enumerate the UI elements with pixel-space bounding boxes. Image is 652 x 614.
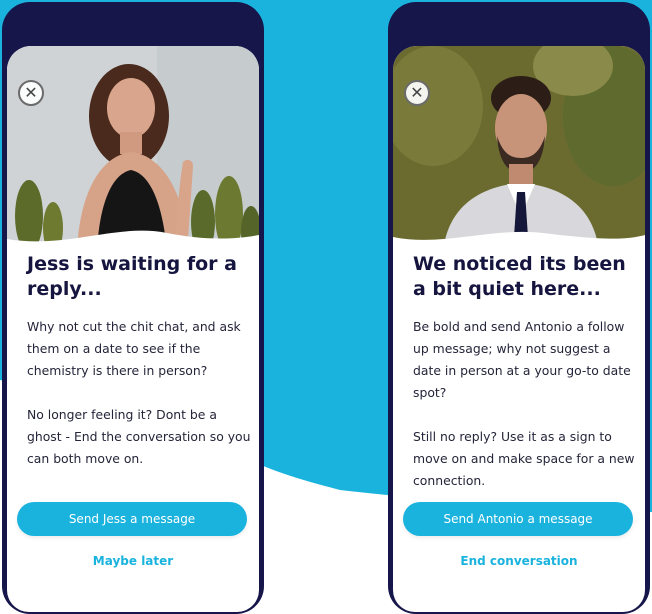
prompt-body: Be bold and send Antonio a follow up mes… bbox=[413, 316, 637, 492]
close-glyph: ✕ bbox=[410, 83, 424, 102]
prompt-title: Jess is waiting for a reply... bbox=[27, 253, 237, 300]
prompt-title: We noticed its been a bit quiet here... bbox=[413, 253, 626, 300]
end-conversation-link[interactable]: End conversation bbox=[393, 554, 645, 568]
prompt-paragraph: Why not cut the chit chat, and ask them … bbox=[27, 319, 241, 378]
phone-frame-right: ✕ We noticed its been a bit quiet here..… bbox=[388, 2, 650, 614]
prompt-paragraph: Still no reply? Use it as a sign to move… bbox=[413, 429, 635, 488]
prompt-paragraph: No longer feeling it? Dont be a ghost - … bbox=[27, 407, 251, 466]
prompt-paragraph: Be bold and send Antonio a follow up mes… bbox=[413, 319, 631, 400]
maybe-later-link[interactable]: Maybe later bbox=[7, 554, 259, 568]
send-message-button[interactable]: Send Antonio a message bbox=[403, 502, 633, 536]
close-glyph: ✕ bbox=[24, 83, 38, 102]
close-icon[interactable]: ✕ bbox=[404, 80, 430, 106]
close-icon[interactable]: ✕ bbox=[18, 80, 44, 106]
man-in-suit-photo bbox=[393, 46, 645, 252]
send-message-button[interactable]: Send Jess a message bbox=[17, 502, 247, 536]
woman-smiling-photo bbox=[7, 46, 259, 252]
prompt-body: Why not cut the chit chat, and ask them … bbox=[27, 316, 251, 470]
prompt-card-jess: ✕ Jess is waiting for a reply... Why not… bbox=[7, 46, 259, 612]
phone-frame-left: ✕ Jess is waiting for a reply... Why not… bbox=[2, 2, 264, 614]
prompt-card-antonio: ✕ We noticed its been a bit quiet here..… bbox=[393, 46, 645, 612]
